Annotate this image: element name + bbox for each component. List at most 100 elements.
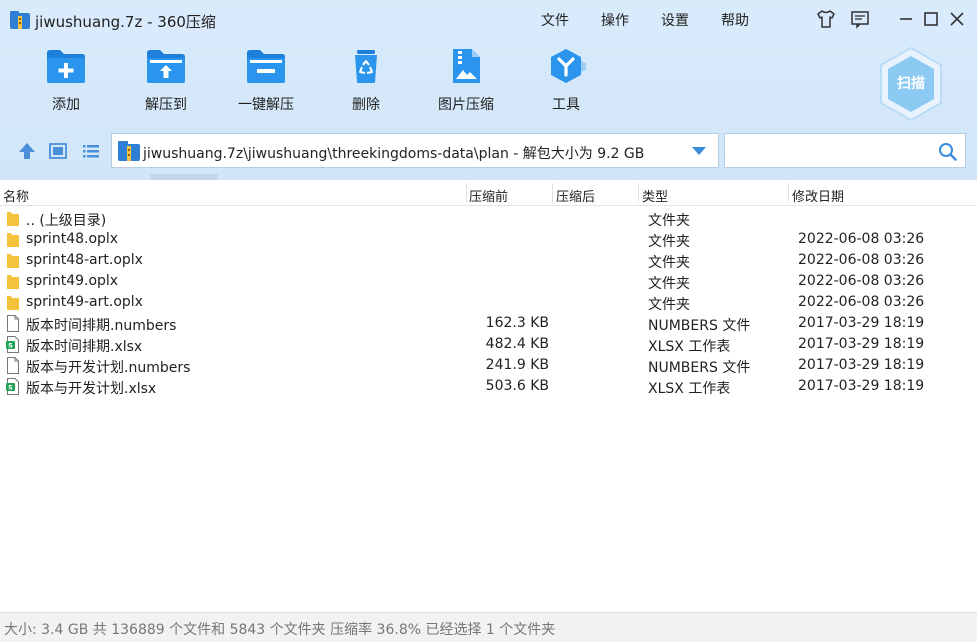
add-button[interactable]: 添加 xyxy=(16,48,116,118)
file-name: 版本与开发计划.numbers xyxy=(26,360,191,376)
one-click-extract-button[interactable]: 一键解压 xyxy=(216,48,316,118)
extract-to-label: 解压到 xyxy=(145,97,187,113)
window-title: jiwushuang.7z - 360压缩 xyxy=(35,13,216,31)
file-row[interactable]: sprint48-art.oplx 文件夹 2022-06-08 03:26 xyxy=(0,250,977,271)
top-area: jiwushuang.7z - 360压缩 文件 操作 设置 帮助 添加 解压到… xyxy=(0,0,977,180)
file-date: 2022-06-08 03:26 xyxy=(798,273,925,289)
file-name: sprint49.oplx xyxy=(26,273,119,289)
document-icon xyxy=(6,315,20,332)
file-row[interactable]: S 版本时间排期.xlsx 482.4 KB XLSX 工作表 2017-03-… xyxy=(0,334,977,355)
column-divider[interactable] xyxy=(466,183,467,203)
column-after[interactable]: 压缩后 xyxy=(556,186,595,205)
file-type: NUMBERS 文件 xyxy=(648,318,751,334)
column-modified[interactable]: 修改日期 xyxy=(792,186,844,205)
search-icon[interactable] xyxy=(938,142,957,161)
archive-icon xyxy=(118,141,140,161)
maximize-icon[interactable] xyxy=(920,8,942,30)
spreadsheet-icon: S xyxy=(6,336,20,353)
tools-icon xyxy=(551,49,586,83)
file-name: 版本时间排期.xlsx xyxy=(26,339,143,355)
file-type: 文件夹 xyxy=(648,234,690,250)
archive-app-icon xyxy=(10,11,30,29)
title-bar: jiwushuang.7z - 360压缩 文件 操作 设置 帮助 xyxy=(0,0,977,36)
address-path: jiwushuang.7z\jiwushuang\threekingdoms-d… xyxy=(143,146,645,162)
minimize-icon[interactable] xyxy=(895,8,917,30)
file-size: 241.9 KB xyxy=(485,357,549,373)
chevron-down-icon[interactable] xyxy=(692,147,706,155)
file-date: 2022-06-08 03:26 xyxy=(798,231,925,247)
delete-button[interactable]: 删除 xyxy=(316,48,416,118)
status-bar: 大小: 3.4 GB 共 136889 个文件和 5843 个文件夹 压缩率 3… xyxy=(0,612,977,642)
column-name[interactable]: 名称 xyxy=(3,186,29,205)
one-click-extract-icon xyxy=(247,50,285,83)
document-icon xyxy=(6,357,20,374)
folder-icon xyxy=(6,294,20,311)
menu-settings[interactable]: 设置 xyxy=(661,10,689,30)
file-type: 文件夹 xyxy=(648,297,690,313)
up-arrow-icon[interactable] xyxy=(16,140,38,162)
folder-icon xyxy=(6,231,20,248)
search-input[interactable] xyxy=(731,138,931,163)
folder-icon xyxy=(6,210,20,227)
app-window: jiwushuang.7z - 360压缩 文件 操作 设置 帮助 添加 解压到… xyxy=(0,0,977,642)
add-folder-icon xyxy=(47,50,85,83)
file-type: XLSX 工作表 xyxy=(648,381,731,397)
file-row-parent[interactable]: .. (上级目录) 文件夹 xyxy=(0,208,977,229)
file-date: 2022-06-08 03:26 xyxy=(798,252,925,268)
image-compress-label: 图片压缩 xyxy=(438,97,494,113)
image-compress-icon xyxy=(453,49,480,83)
column-header: 名称 压缩前 压缩后 类型 修改日期 xyxy=(0,180,977,206)
file-list: 名称 压缩前 压缩后 类型 修改日期 .. (上级目录) 文件夹 sprint4… xyxy=(0,180,977,612)
file-type: 文件夹 xyxy=(648,213,690,229)
status-text: 大小: 3.4 GB 共 136889 个文件和 5843 个文件夹 压缩率 3… xyxy=(4,622,556,638)
file-name: .. (上级目录) xyxy=(26,213,107,229)
column-type[interactable]: 类型 xyxy=(642,186,668,205)
image-compress-button[interactable]: 图片压缩 xyxy=(416,48,516,118)
column-divider[interactable] xyxy=(638,183,639,203)
file-type: NUMBERS 文件 xyxy=(648,360,751,376)
extract-folder-icon xyxy=(147,50,185,83)
folder-icon xyxy=(6,252,20,269)
svg-text:S: S xyxy=(8,342,13,350)
delete-label: 删除 xyxy=(352,97,380,113)
file-row[interactable]: 版本与开发计划.numbers 241.9 KB NUMBERS 文件 2017… xyxy=(0,355,977,376)
file-date: 2017-03-29 18:19 xyxy=(798,357,925,373)
spreadsheet-icon: S xyxy=(6,378,20,395)
file-name: 版本时间排期.numbers xyxy=(26,318,177,334)
file-name: sprint48.oplx xyxy=(26,231,119,247)
file-name: 版本与开发计划.xlsx xyxy=(26,381,157,397)
file-size: 503.6 KB xyxy=(485,378,549,394)
menu-operate[interactable]: 操作 xyxy=(601,10,629,30)
list-view-icon[interactable] xyxy=(80,140,102,162)
file-date: 2017-03-29 18:19 xyxy=(798,378,925,394)
file-row[interactable]: 版本时间排期.numbers 162.3 KB NUMBERS 文件 2017-… xyxy=(0,313,977,334)
search-box xyxy=(724,133,966,168)
address-bar[interactable]: jiwushuang.7z\jiwushuang\threekingdoms-d… xyxy=(111,133,719,168)
file-size: 162.3 KB xyxy=(485,315,549,331)
file-type: 文件夹 xyxy=(648,276,690,292)
menu-help[interactable]: 帮助 xyxy=(721,10,749,30)
file-type: XLSX 工作表 xyxy=(648,339,731,355)
scan-label: 扫描 xyxy=(897,75,925,92)
file-row[interactable]: sprint48.oplx 文件夹 2022-06-08 03:26 xyxy=(0,229,977,250)
extract-to-button[interactable]: 解压到 xyxy=(116,48,216,118)
column-divider[interactable] xyxy=(552,183,553,203)
close-icon[interactable] xyxy=(946,8,968,30)
scan-button[interactable]: 扫描 xyxy=(878,46,944,122)
column-divider[interactable] xyxy=(788,183,789,203)
file-date: 2022-06-08 03:26 xyxy=(798,294,925,310)
folder-icon xyxy=(6,273,20,290)
svg-text:S: S xyxy=(8,384,13,392)
message-icon[interactable] xyxy=(849,8,871,30)
file-date: 2017-03-29 18:19 xyxy=(798,336,925,352)
file-row[interactable]: sprint49.oplx 文件夹 2022-06-08 03:26 xyxy=(0,271,977,292)
thumbnail-view-icon[interactable] xyxy=(47,140,69,162)
tools-button[interactable]: 工具 xyxy=(516,48,616,118)
menu-file[interactable]: 文件 xyxy=(541,10,569,30)
file-name: sprint49-art.oplx xyxy=(26,294,143,310)
file-size: 482.4 KB xyxy=(485,336,549,352)
tshirt-icon[interactable] xyxy=(815,8,837,30)
file-row[interactable]: S 版本与开发计划.xlsx 503.6 KB XLSX 工作表 2017-03… xyxy=(0,376,977,397)
file-row[interactable]: sprint49-art.oplx 文件夹 2022-06-08 03:26 xyxy=(0,292,977,313)
column-before[interactable]: 压缩前 xyxy=(469,186,508,205)
